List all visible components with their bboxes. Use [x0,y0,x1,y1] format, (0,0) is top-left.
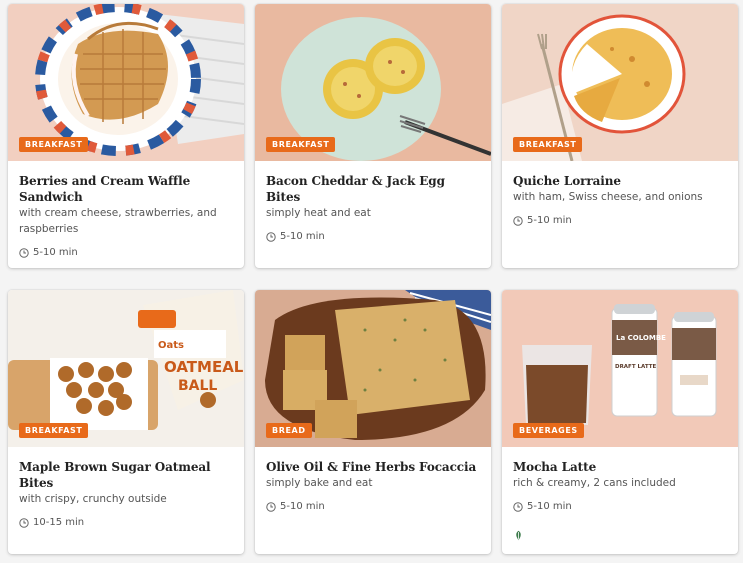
recipe-card[interactable]: BREAKFAST Berries and Cream Waffle Sandw… [8,4,244,268]
recipe-title[interactable]: Berries and Cream Waffle Sandwich [19,173,236,205]
cook-time: 10-15 min [19,517,236,528]
oats-label-text: OATMEAL [164,358,244,376]
recipe-description: rich & creamy, 2 cans included [513,477,676,489]
recipe-title[interactable]: Quiche Lorraine [513,173,730,189]
recipe-card[interactable]: La COLOMBE DRAFT LATTE BEVERAGES Mocha L… [502,290,738,554]
recipe-title[interactable]: Maple Brown Sugar Oatmeal Bites [19,459,236,491]
clock-icon [19,517,29,528]
category-badge: BREAKFAST [266,137,336,152]
cook-time-label: 10-15 min [33,517,85,528]
oats-label2-text: BALL [178,378,217,394]
clock-icon [266,501,276,512]
cook-time: 5-10 min [266,231,483,242]
recipe-description: simply bake and eat [266,477,373,489]
clock-icon [513,501,523,512]
cook-time-label: 5-10 min [280,501,325,512]
can-brand-text: La COLOMBE [616,334,666,342]
cook-time: 5-10 min [19,247,236,258]
recipe-card[interactable]: Oats OATMEAL BALL BREAKFAST Maple Brown … [8,290,244,554]
cook-time: 5-10 min [513,215,730,226]
clock-icon [19,247,29,258]
leaf-icon [516,530,521,541]
cook-time-label: 5-10 min [33,247,78,258]
cook-time-label: 5-10 min [280,231,325,242]
recipe-card[interactable]: BREAD Olive Oil & Fine Herbs Focaccia si… [255,290,491,554]
cook-time-label: 5-10 min [527,501,572,512]
cook-time-label: 5-10 min [527,215,572,226]
recipe-title[interactable]: Mocha Latte [513,459,730,475]
category-badge: BREAKFAST [19,423,89,438]
recipe-description: with cream cheese, strawberries, and ras… [19,207,217,235]
category-badge: BREAKFAST [19,137,89,152]
clock-icon [513,215,523,226]
category-badge: BREAD [266,423,312,438]
category-badge: BEVERAGES [513,423,584,438]
cook-time: 5-10 min [513,501,730,512]
recipe-description: with ham, Swiss cheese, and onions [513,191,703,203]
recipe-title[interactable]: Bacon Cheddar & Jack Egg Bites [266,173,483,205]
oats-brand-text: Oats [158,340,184,351]
category-badge: BREAKFAST [513,137,583,152]
recipe-card[interactable]: BREAKFAST Bacon Cheddar & Jack Egg Bites… [255,4,491,268]
cook-time: 5-10 min [266,501,483,512]
can-flavor-text: DRAFT LATTE [615,364,656,370]
recipe-card[interactable]: BREAKFAST Quiche Lorraine with ham, Swis… [502,4,738,268]
recipe-description: simply heat and eat [266,207,371,219]
clock-icon [266,231,276,242]
recipe-description: with crispy, crunchy outside [19,493,167,505]
recipe-title[interactable]: Olive Oil & Fine Herbs Focaccia [266,459,483,475]
